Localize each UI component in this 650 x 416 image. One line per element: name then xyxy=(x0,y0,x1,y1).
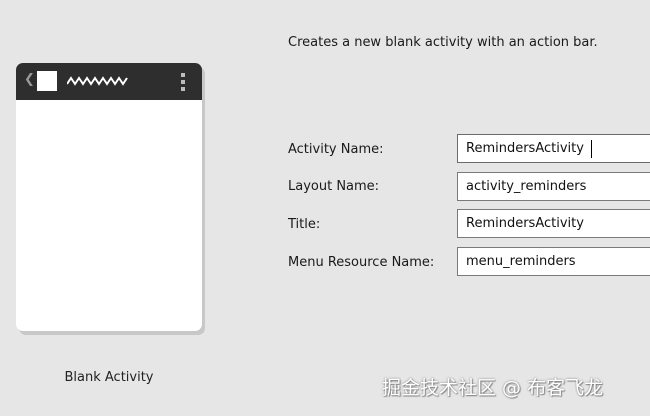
back-chevron-icon: ❮ xyxy=(24,72,35,87)
menu-resource-name-label: Menu Resource Name: xyxy=(288,255,435,270)
overflow-menu-icon xyxy=(181,73,185,91)
activity-name-label: Activity Name: xyxy=(288,142,384,157)
layout-name-field[interactable] xyxy=(457,172,650,201)
template-description: Creates a new blank activity with an act… xyxy=(288,35,598,50)
menu-resource-name-field[interactable] xyxy=(457,247,650,276)
activity-name-field[interactable] xyxy=(457,134,650,163)
app-icon xyxy=(37,71,57,91)
title-field[interactable] xyxy=(457,209,650,238)
title-placeholder-icon xyxy=(67,76,128,86)
template-preview: ❮ xyxy=(16,63,202,331)
watermark: 掘金技术社区 @ 布客飞龙 xyxy=(382,377,604,399)
title-label: Title: xyxy=(288,217,321,232)
preview-action-bar: ❮ xyxy=(16,63,202,100)
text-caret xyxy=(591,140,592,158)
layout-name-label: Layout Name: xyxy=(288,179,380,194)
template-name: Blank Activity xyxy=(64,370,154,385)
